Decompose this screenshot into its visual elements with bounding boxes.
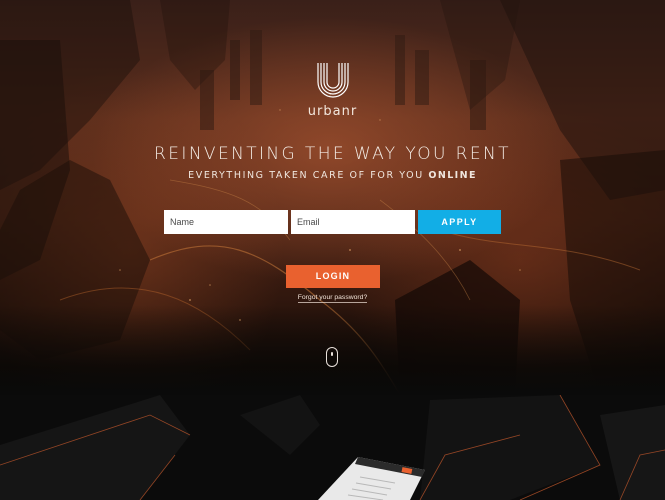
- forgot-password-link[interactable]: Forgot your password?: [297, 294, 368, 303]
- apply-button[interactable]: APPLY: [418, 210, 501, 234]
- forgot-password-row: Forgot your password?: [0, 294, 665, 303]
- urbanr-u-logo-icon: [317, 63, 349, 98]
- hero-section: urbanr REINVENTING THE WAY YOU RENT EVER…: [0, 0, 665, 395]
- mouse-scroll-icon[interactable]: [326, 347, 338, 367]
- device-mockup-image: [318, 457, 425, 500]
- mouse-wheel: [331, 352, 333, 356]
- lower-decoration: [0, 395, 665, 500]
- login-button[interactable]: LOGIN: [286, 265, 380, 288]
- hero-headline: REINVENTING THE WAY YOU RENT: [154, 144, 511, 164]
- email-input[interactable]: [291, 210, 415, 234]
- hero-subline-emphasis: ONLINE: [428, 170, 477, 181]
- hero-subline-text: EVERYTHING TAKEN CARE OF FOR YOU: [188, 170, 424, 181]
- brand-name: urbanr: [307, 104, 358, 119]
- lower-section: [0, 395, 665, 500]
- hero-subline: EVERYTHING TAKEN CARE OF FOR YOU ONLINE: [0, 170, 665, 181]
- name-input[interactable]: [164, 210, 288, 234]
